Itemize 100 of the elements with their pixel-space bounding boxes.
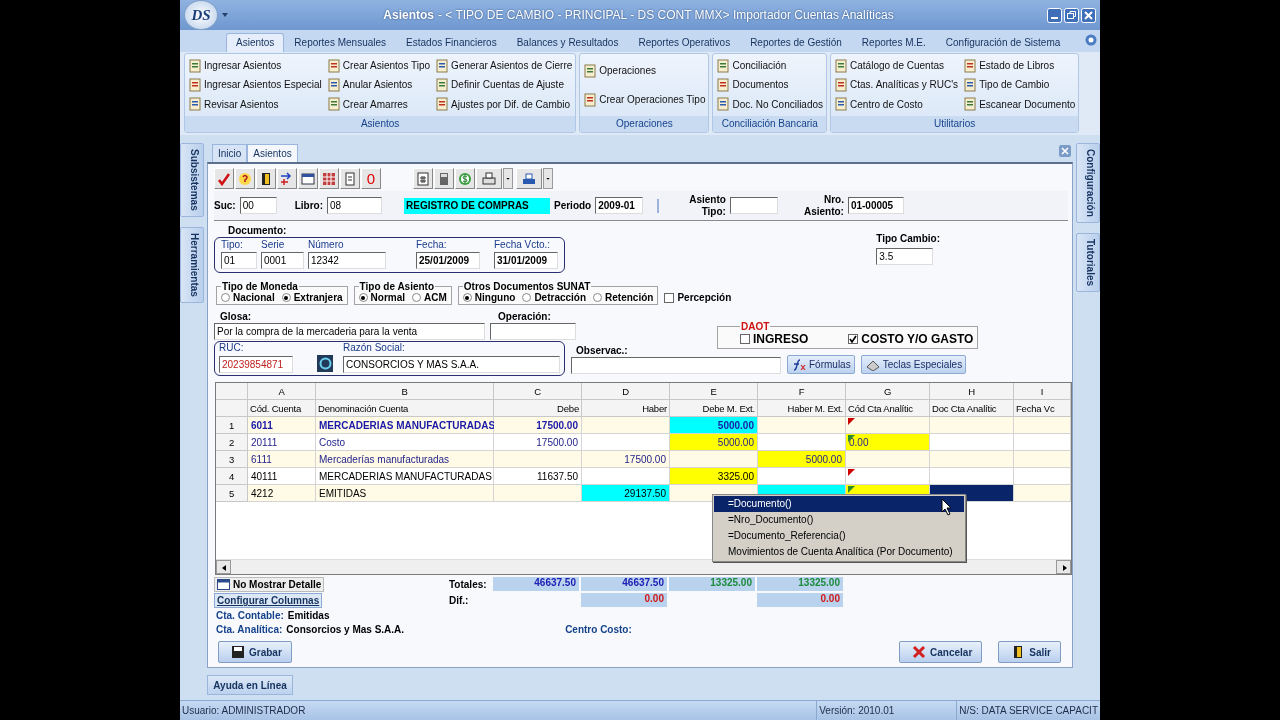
radio-option[interactable]: Normal bbox=[358, 292, 406, 303]
ribbon-tab[interactable]: Reportes de Gestión bbox=[740, 33, 852, 52]
toolbar-button[interactable] bbox=[516, 168, 542, 189]
input-field[interactable]: 0001 bbox=[261, 252, 304, 269]
minimize-icon[interactable] bbox=[1047, 7, 1062, 23]
menu-item[interactable]: =Documento() bbox=[714, 496, 964, 512]
checkbox[interactable] bbox=[848, 334, 859, 344]
ribbon-tab[interactable]: Reportes M.E. bbox=[851, 33, 936, 52]
ribbon-tab[interactable]: Balances y Resultados bbox=[506, 33, 629, 52]
formulas-button[interactable]: Fórmulas bbox=[787, 355, 855, 374]
menu-item[interactable]: =Nro_Documento() bbox=[714, 512, 964, 528]
column-header[interactable]: Fecha Vc bbox=[1014, 400, 1071, 417]
column-header[interactable]: Haber M. Ext. bbox=[758, 400, 846, 417]
ribbon-command[interactable]: Operaciones bbox=[583, 63, 706, 78]
ribbon-command[interactable]: Catálogo de Cuentas bbox=[834, 58, 959, 73]
side-tab[interactable]: Tutoriales bbox=[1076, 232, 1100, 292]
ribbon-command[interactable]: Ajustes por Dif. de Cambio bbox=[435, 97, 573, 112]
detail-toggle-button[interactable]: No Mostrar Detalle bbox=[214, 577, 325, 592]
special-keys-button[interactable]: Teclas Especiales bbox=[860, 355, 967, 374]
input-field[interactable]: 08 bbox=[327, 197, 382, 214]
radio-circle[interactable] bbox=[412, 293, 422, 302]
menu-item[interactable]: =Documento_Referencia() bbox=[714, 528, 964, 544]
ribbon-command[interactable]: Definir Cuentas de Ajuste bbox=[435, 78, 573, 92]
radio-circle[interactable] bbox=[221, 293, 230, 302]
document-tab[interactable]: Inicio bbox=[212, 144, 248, 162]
input-field[interactable]: 20239854871 bbox=[219, 356, 293, 373]
column-header[interactable]: Debe M. Ext. bbox=[670, 400, 758, 417]
ribbon-tab[interactable]: Reportes Mensuales bbox=[284, 33, 397, 52]
input-field[interactable]: 01-00005 bbox=[847, 197, 904, 214]
input-field[interactable]: CONSORCIOS Y MAS S.A.A. bbox=[343, 356, 560, 373]
side-tab[interactable]: Subsistemas bbox=[180, 143, 204, 217]
menu-item[interactable]: Movimientos de Cuenta Analítica (Por Documento) bbox=[714, 544, 964, 560]
configure-columns-button[interactable]: Configurar Columnas bbox=[214, 593, 323, 608]
radio-option[interactable]: Nacional bbox=[221, 292, 275, 303]
ribbon-command[interactable]: Crear Operaciones Tipo bbox=[583, 92, 706, 107]
radio-option[interactable]: ACM bbox=[412, 292, 447, 303]
input-field[interactable]: Por la compra de la mercaderia para la venta bbox=[214, 323, 485, 340]
input-field[interactable]: 3.5 bbox=[876, 248, 934, 265]
radio-option[interactable]: Extranjera bbox=[281, 292, 343, 303]
toolbar-button[interactable] bbox=[476, 168, 502, 189]
input-field[interactable] bbox=[729, 197, 778, 214]
ribbon-command[interactable]: Tipo de Cambio bbox=[963, 78, 1076, 92]
column-header[interactable]: Doc Cta Analític bbox=[930, 400, 1014, 417]
radio-option[interactable]: Detracción bbox=[522, 292, 587, 303]
input-field[interactable]: 31/01/2009 bbox=[494, 252, 558, 269]
ribbon-command[interactable]: Escanear Documento bbox=[963, 97, 1076, 112]
save-button[interactable]: Grabar bbox=[218, 641, 292, 663]
column-header[interactable]: Debe bbox=[494, 400, 582, 417]
ribbon-command[interactable]: Doc. No Conciliados bbox=[716, 97, 824, 112]
ribbon-command[interactable]: Ctas. Analíticas y RUC's bbox=[834, 78, 959, 92]
radio-circle[interactable] bbox=[358, 293, 368, 302]
radio-circle[interactable] bbox=[281, 293, 291, 302]
scroll-left-icon[interactable] bbox=[216, 560, 231, 574]
ribbon-command[interactable]: Crear Amarres bbox=[326, 97, 431, 112]
browser-icon[interactable] bbox=[317, 355, 333, 372]
restore-icon[interactable] bbox=[1064, 7, 1079, 23]
checkbox-option[interactable]: INGRESO bbox=[740, 332, 809, 346]
ribbon-tab[interactable]: Asientos bbox=[226, 33, 285, 52]
input-field[interactable]: 25/01/2009 bbox=[416, 252, 480, 269]
cancel-button[interactable]: Cancelar bbox=[899, 641, 983, 663]
exit-button[interactable]: Salir bbox=[998, 641, 1061, 663]
ribbon-command[interactable]: Ingresar Asientos Especial bbox=[188, 78, 322, 92]
side-tab[interactable]: Herramientas bbox=[180, 226, 204, 303]
ribbon-command[interactable]: Ingresar Asientos bbox=[188, 58, 322, 73]
side-tab[interactable]: Configuración bbox=[1076, 143, 1100, 223]
toolbar-button[interactable] bbox=[298, 168, 318, 189]
column-header[interactable]: Cód. Cuenta bbox=[248, 400, 316, 417]
radio-circle[interactable] bbox=[462, 293, 472, 302]
help-button[interactable]: Ayuda en Línea bbox=[207, 675, 293, 695]
radio-option[interactable]: Retención bbox=[593, 292, 654, 303]
ribbon-command[interactable]: Documentos bbox=[716, 78, 824, 92]
app-logo[interactable]: DS bbox=[184, 0, 218, 30]
ribbon-tab[interactable]: Estados Financieros bbox=[396, 33, 507, 52]
checkbox[interactable] bbox=[664, 292, 675, 303]
ribbon-tab[interactable]: Configuración de Sistema bbox=[935, 33, 1071, 52]
checkbox-option[interactable]: Percepción bbox=[664, 292, 732, 303]
ribbon-command[interactable]: Conciliación bbox=[716, 58, 824, 73]
column-header[interactable]: Cód Cta Analític bbox=[846, 400, 930, 417]
ribbon-command[interactable]: Generar Asientos de Cierre bbox=[435, 58, 573, 73]
radio-circle[interactable] bbox=[593, 293, 603, 302]
input-field[interactable]: 12342 bbox=[308, 252, 386, 269]
input-field[interactable] bbox=[490, 323, 576, 340]
input-field[interactable]: 01 bbox=[221, 252, 257, 269]
input-field[interactable]: 2009-01 bbox=[595, 197, 644, 214]
ribbon-command[interactable]: Estado de Libros bbox=[963, 58, 1076, 73]
ribbon-command[interactable]: Crear Asientos Tipo bbox=[326, 58, 431, 73]
input-field[interactable] bbox=[571, 357, 781, 374]
ribbon-command[interactable]: Centro de Costo bbox=[834, 97, 959, 112]
close-icon[interactable] bbox=[1059, 145, 1071, 157]
scroll-right-icon[interactable] bbox=[1056, 560, 1071, 574]
close-icon[interactable] bbox=[1081, 7, 1096, 23]
toolbar-button[interactable] bbox=[256, 168, 276, 189]
radio-option[interactable]: Ninguno bbox=[462, 292, 516, 303]
column-header[interactable]: Haber bbox=[582, 400, 670, 417]
ribbon-command[interactable]: Anular Asientos bbox=[326, 78, 431, 92]
document-tab[interactable]: Asientos bbox=[247, 144, 298, 162]
ribbon-command[interactable]: Revisar Asientos bbox=[188, 97, 322, 112]
counter-button[interactable]: 0 bbox=[361, 168, 381, 189]
input-field[interactable]: 00 bbox=[239, 197, 277, 214]
column-header[interactable]: Denominación Cuenta bbox=[316, 400, 494, 417]
